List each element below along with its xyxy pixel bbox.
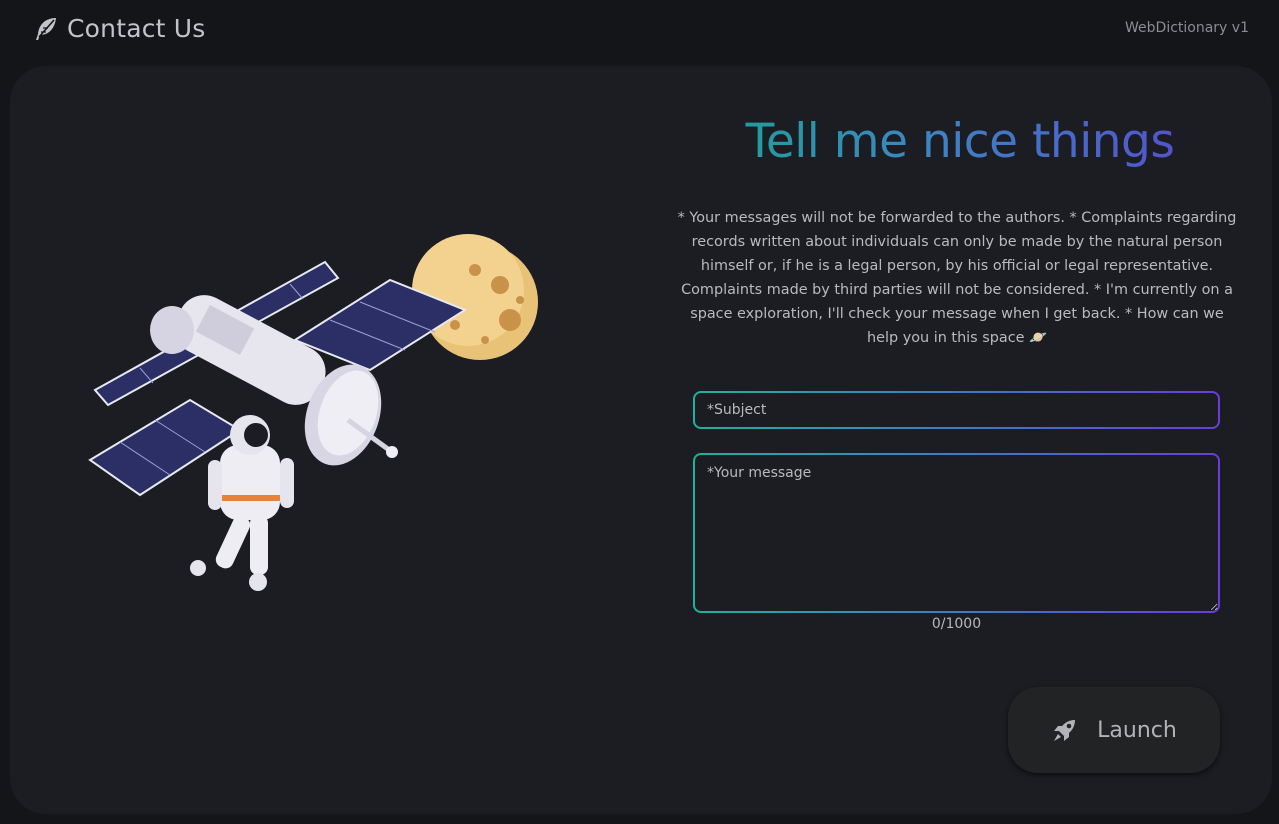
message-textarea[interactable] [695, 455, 1218, 611]
feather-icon [36, 17, 56, 40]
form-heading: Tell me nice things [660, 114, 1260, 169]
page-title: Contact Us [67, 14, 206, 43]
version-label: WebDictionary v1 [1125, 20, 1249, 36]
message-field-frame [693, 453, 1220, 613]
astronaut-satellite-illustration [88, 234, 538, 591]
character-counter: 0/1000 [931, 616, 982, 632]
brand: Contact Us [31, 14, 206, 43]
notice-text: * Your messages will not be forwarded to… [677, 210, 1237, 346]
launch-button[interactable]: Launch [1008, 687, 1220, 773]
launch-label: Launch [1097, 717, 1177, 743]
top-bar: Contact Us WebDictionary v1 [0, 0, 1279, 64]
subject-input[interactable] [695, 393, 1218, 427]
rocket-icon [1054, 720, 1076, 741]
subject-field-frame [693, 391, 1220, 429]
